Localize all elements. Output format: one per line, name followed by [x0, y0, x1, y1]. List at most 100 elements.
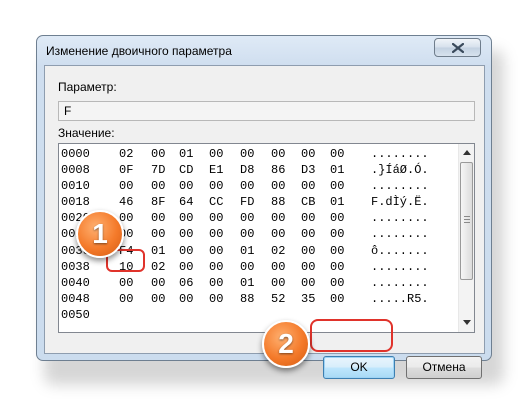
- hex-byte[interactable]: D8: [240, 162, 254, 178]
- hex-byte[interactable]: 00: [330, 275, 344, 291]
- hex-byte[interactable]: 35: [301, 291, 315, 307]
- hex-byte[interactable]: 00: [240, 226, 254, 242]
- hex-byte[interactable]: 00: [301, 259, 315, 275]
- hex-byte[interactable]: 0F: [119, 162, 133, 178]
- hex-byte[interactable]: 88: [271, 194, 285, 210]
- hex-byte[interactable]: 52: [271, 291, 285, 307]
- hex-byte[interactable]: 00: [271, 226, 285, 242]
- hex-byte[interactable]: 00: [151, 210, 165, 226]
- hex-byte[interactable]: 88: [240, 291, 254, 307]
- hex-byte[interactable]: 00: [271, 259, 285, 275]
- hex-byte[interactable]: CB: [301, 194, 315, 210]
- scroll-up-button[interactable]: [459, 145, 474, 161]
- ok-button[interactable]: OK: [323, 356, 395, 379]
- hex-byte[interactable]: 01: [330, 194, 344, 210]
- hex-byte[interactable]: 00: [240, 259, 254, 275]
- hex-byte[interactable]: 00: [271, 146, 285, 162]
- hex-byte[interactable]: CC: [209, 194, 223, 210]
- hex-byte[interactable]: E1: [209, 162, 223, 178]
- hex-byte[interactable]: 00: [301, 243, 315, 259]
- highlight-box-ok: [310, 319, 393, 352]
- hex-byte[interactable]: 00: [330, 178, 344, 194]
- hex-byte[interactable]: 00: [240, 146, 254, 162]
- hex-byte[interactable]: 00: [179, 210, 193, 226]
- hex-byte[interactable]: 00: [209, 210, 223, 226]
- hex-byte[interactable]: 00: [119, 178, 133, 194]
- hex-byte[interactable]: 00: [151, 178, 165, 194]
- hex-byte[interactable]: 00: [119, 275, 133, 291]
- hex-row[interactable]: 0018 46 8F 64 CC FD 88 CB 01 F.dÌý.Ë.: [59, 194, 459, 210]
- hex-byte[interactable]: 00: [179, 178, 193, 194]
- hex-byte[interactable]: 00: [301, 146, 315, 162]
- hex-byte[interactable]: 01: [330, 162, 344, 178]
- hex-byte[interactable]: 00: [330, 291, 344, 307]
- edit-binary-value-dialog: Изменение двоичного параметра Параметр: …: [36, 35, 492, 379]
- hex-byte[interactable]: 02: [119, 146, 133, 162]
- hex-byte[interactable]: 00: [209, 243, 223, 259]
- hex-byte[interactable]: 00: [209, 146, 223, 162]
- hex-byte[interactable]: 00: [151, 226, 165, 242]
- hex-byte[interactable]: 00: [209, 291, 223, 307]
- hex-address: 0048: [61, 291, 90, 306]
- hex-byte[interactable]: 00: [179, 259, 193, 275]
- scroll-up-arrow-icon: [463, 150, 471, 155]
- hex-byte[interactable]: 00: [209, 259, 223, 275]
- hex-byte[interactable]: 00: [209, 226, 223, 242]
- hex-byte[interactable]: 00: [330, 210, 344, 226]
- hex-byte[interactable]: FD: [240, 194, 254, 210]
- hex-byte[interactable]: CD: [179, 162, 193, 178]
- hex-byte[interactable]: 00: [330, 243, 344, 259]
- hex-byte[interactable]: 00: [179, 243, 193, 259]
- cancel-button[interactable]: Отмена: [406, 356, 482, 379]
- hex-byte[interactable]: 02: [271, 243, 285, 259]
- hex-byte[interactable]: 01: [179, 146, 193, 162]
- hex-byte[interactable]: 00: [330, 146, 344, 162]
- hex-byte[interactable]: D3: [301, 162, 315, 178]
- hex-byte[interactable]: 00: [271, 275, 285, 291]
- hex-byte[interactable]: 8F: [151, 194, 165, 210]
- vertical-scrollbar[interactable]: [458, 144, 474, 332]
- hex-byte[interactable]: 86: [271, 162, 285, 178]
- hex-byte[interactable]: 01: [151, 243, 165, 259]
- hex-byte[interactable]: 00: [179, 226, 193, 242]
- hex-row[interactable]: 0008 0F 7D CD E1 D8 86 D3 01 .}ÍáØ.Ó.: [59, 162, 459, 178]
- hex-byte[interactable]: 06: [179, 275, 193, 291]
- hex-byte[interactable]: 00: [240, 178, 254, 194]
- scrollbar-thumb[interactable]: [460, 162, 473, 280]
- hex-byte[interactable]: 00: [151, 291, 165, 307]
- hex-ascii: ........: [371, 259, 429, 274]
- close-button[interactable]: [434, 38, 481, 57]
- hex-byte[interactable]: 01: [240, 275, 254, 291]
- hex-byte[interactable]: 7D: [151, 162, 165, 178]
- hex-byte[interactable]: 00: [209, 178, 223, 194]
- dialog-client-area: Параметр: F Значение: 0000 02 00 01 00 00 00 00…: [44, 65, 485, 379]
- hex-byte[interactable]: 01: [240, 243, 254, 259]
- hex-byte[interactable]: 00: [209, 275, 223, 291]
- hex-byte[interactable]: 00: [271, 178, 285, 194]
- hex-byte[interactable]: 00: [271, 210, 285, 226]
- param-name-field[interactable]: F: [58, 101, 475, 121]
- scroll-down-button[interactable]: [459, 315, 474, 331]
- hex-byte[interactable]: 46: [119, 194, 133, 210]
- hex-byte[interactable]: 02: [151, 259, 165, 275]
- hex-byte[interactable]: 00: [151, 146, 165, 162]
- hex-byte[interactable]: 00: [119, 291, 133, 307]
- hex-byte[interactable]: 00: [151, 275, 165, 291]
- hex-row[interactable]: 0050: [59, 307, 459, 323]
- title-bar[interactable]: Изменение двоичного параметра: [37, 36, 491, 66]
- hex-row[interactable]: 0040 00 00 06 00 01 00 00 00........: [59, 275, 459, 291]
- hex-byte[interactable]: 00: [330, 226, 344, 242]
- hex-byte[interactable]: 00: [179, 291, 193, 307]
- hex-byte[interactable]: 00: [330, 259, 344, 275]
- hex-byte[interactable]: 00: [240, 210, 254, 226]
- hex-byte[interactable]: 00: [301, 275, 315, 291]
- hex-ascii: ........: [371, 227, 429, 242]
- hex-row[interactable]: 0048 00 00 00 00 88 52 35 00 .....R5.: [59, 291, 459, 307]
- hex-row[interactable]: 0000 02 00 01 00 00 00 00 00........: [59, 146, 459, 162]
- hex-ascii: ô.......: [371, 243, 429, 258]
- hex-byte[interactable]: 00: [301, 178, 315, 194]
- hex-byte[interactable]: 00: [301, 210, 315, 226]
- hex-row[interactable]: 0010 00 00 00 00 00 00 00 00........: [59, 178, 459, 194]
- hex-byte[interactable]: 64: [179, 194, 193, 210]
- hex-byte[interactable]: 00: [301, 226, 315, 242]
